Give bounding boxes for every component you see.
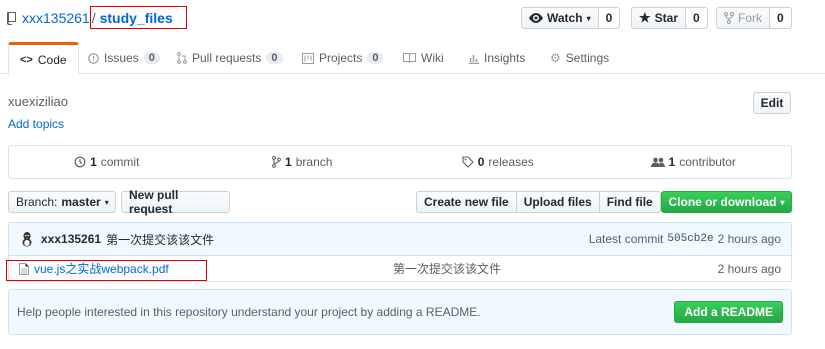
- branches-label: branch: [295, 155, 333, 169]
- watch-button[interactable]: Watch ▾: [521, 7, 599, 29]
- file-age: 2 hours ago: [717, 261, 781, 276]
- commit-tease: xxx135261 第一次提交该该文件 Latest commit 505cb2…: [8, 222, 792, 256]
- numbers-summary: 1 commit 1 branch 0 releases 1 contribut…: [8, 145, 792, 179]
- branches-count: 1: [285, 155, 292, 169]
- tab-insights[interactable]: Insights: [468, 42, 525, 74]
- file-actions-group: Create new file Upload files Find file: [416, 191, 661, 213]
- releases-count: 0: [477, 155, 485, 169]
- tab-pull-requests-count: 0: [266, 52, 283, 64]
- branch-name: master: [61, 195, 101, 209]
- commit-age: 2 hours ago: [717, 232, 781, 246]
- tab-code[interactable]: <> Code: [8, 42, 79, 75]
- branch-select-button[interactable]: Branch: master ▾: [8, 191, 116, 213]
- watch-count[interactable]: 0: [598, 7, 621, 29]
- watch-label: Watch: [547, 11, 583, 25]
- latest-commit-label: Latest commit: [588, 232, 664, 246]
- gear-icon: ⚙: [550, 51, 561, 65]
- issue-icon: [88, 52, 99, 64]
- readme-prompt-text: Help people interested in this repositor…: [17, 305, 481, 319]
- edit-button[interactable]: Edit: [753, 92, 791, 114]
- tab-code-label: Code: [37, 52, 67, 67]
- repo-nav-tabs: <> Code Issues 0 Pull requests 0 Project…: [0, 42, 825, 75]
- tab-wiki[interactable]: Wiki: [403, 42, 444, 74]
- tab-issues[interactable]: Issues 0: [88, 42, 160, 74]
- tab-settings[interactable]: ⚙ Settings: [550, 42, 609, 74]
- readme-prompt: Help people interested in this repositor…: [8, 289, 792, 335]
- clone-label: Clone or download: [668, 195, 777, 209]
- star-button[interactable]: ★ Star: [631, 7, 686, 29]
- branch-icon: [272, 156, 281, 168]
- fork-label: Fork: [738, 11, 762, 25]
- branch-prefix: Branch:: [16, 195, 58, 209]
- contributors-label: contributor: [679, 155, 736, 169]
- repo-description: xuexiziliao: [8, 94, 68, 109]
- graph-icon: [469, 54, 479, 64]
- tag-icon: [462, 156, 474, 168]
- upload-files-button[interactable]: Upload files: [516, 191, 600, 213]
- releases-summary[interactable]: 0 releases: [400, 146, 596, 178]
- fork-button[interactable]: Fork: [716, 7, 770, 29]
- tab-issues-label: Issues: [104, 51, 139, 65]
- commit-sha-link[interactable]: 505cb2e: [667, 233, 713, 245]
- star-group: ★ Star 0: [631, 7, 708, 29]
- tab-insights-label: Insights: [484, 51, 526, 65]
- new-pull-request-button[interactable]: New pull request: [121, 188, 230, 216]
- project-icon: [302, 52, 314, 64]
- avatar[interactable]: [19, 231, 35, 247]
- code-icon: <>: [20, 53, 33, 66]
- commits-label: commit: [100, 155, 140, 169]
- file-commit-message[interactable]: 第一次提交该该文件: [393, 260, 501, 277]
- highlight-box: [6, 260, 207, 281]
- tab-pull-requests-label: Pull requests: [192, 51, 262, 65]
- clone-download-button[interactable]: Clone or download ▾: [661, 191, 792, 213]
- people-icon: [650, 157, 665, 167]
- commit-author[interactable]: xxx135261: [41, 232, 101, 246]
- contributors-count: 1: [668, 155, 676, 169]
- watch-group: Watch ▾ 0: [521, 7, 621, 29]
- branches-summary[interactable]: 1 branch: [205, 146, 401, 178]
- history-icon: [74, 156, 86, 168]
- eye-icon: [529, 13, 543, 23]
- fork-group: Fork 0: [716, 7, 792, 29]
- tab-projects-count: 0: [367, 52, 384, 64]
- tab-issues-count: 0: [143, 52, 160, 64]
- contributors-summary[interactable]: 1 contributor: [596, 146, 792, 178]
- create-new-file-button[interactable]: Create new file: [416, 191, 517, 213]
- tab-settings-label: Settings: [565, 51, 610, 65]
- repo-owner-link[interactable]: xxx135261: [22, 10, 90, 26]
- caret-down-icon: ▾: [780, 197, 785, 207]
- commits-summary[interactable]: 1 commit: [9, 146, 205, 178]
- add-topics-link[interactable]: Add topics: [8, 117, 64, 131]
- caret-down-icon: ▾: [104, 197, 109, 207]
- caret-down-icon: ▾: [586, 13, 591, 23]
- latest-commit-info: Latest commit 505cb2e 2 hours ago: [589, 232, 781, 246]
- tab-projects-label: Projects: [319, 51, 363, 65]
- releases-label: releases: [488, 155, 534, 169]
- add-readme-button[interactable]: Add a README: [674, 301, 783, 323]
- highlight-box: [90, 6, 187, 29]
- tab-pull-requests[interactable]: Pull requests 0: [177, 42, 283, 74]
- find-file-button[interactable]: Find file: [599, 191, 661, 213]
- fork-icon: [724, 12, 734, 24]
- tab-wiki-label: Wiki: [421, 51, 444, 65]
- fork-count[interactable]: 0: [770, 7, 792, 29]
- pull-request-icon: [177, 52, 187, 64]
- commits-count: 1: [90, 155, 97, 169]
- book-icon: [403, 53, 416, 63]
- star-label: Star: [654, 11, 678, 25]
- tab-projects[interactable]: Projects 0: [302, 42, 384, 74]
- star-count[interactable]: 0: [686, 7, 708, 29]
- commit-message[interactable]: 第一次提交该该文件: [106, 231, 214, 248]
- star-icon: ★: [639, 10, 651, 25]
- repo-icon: [6, 11, 18, 25]
